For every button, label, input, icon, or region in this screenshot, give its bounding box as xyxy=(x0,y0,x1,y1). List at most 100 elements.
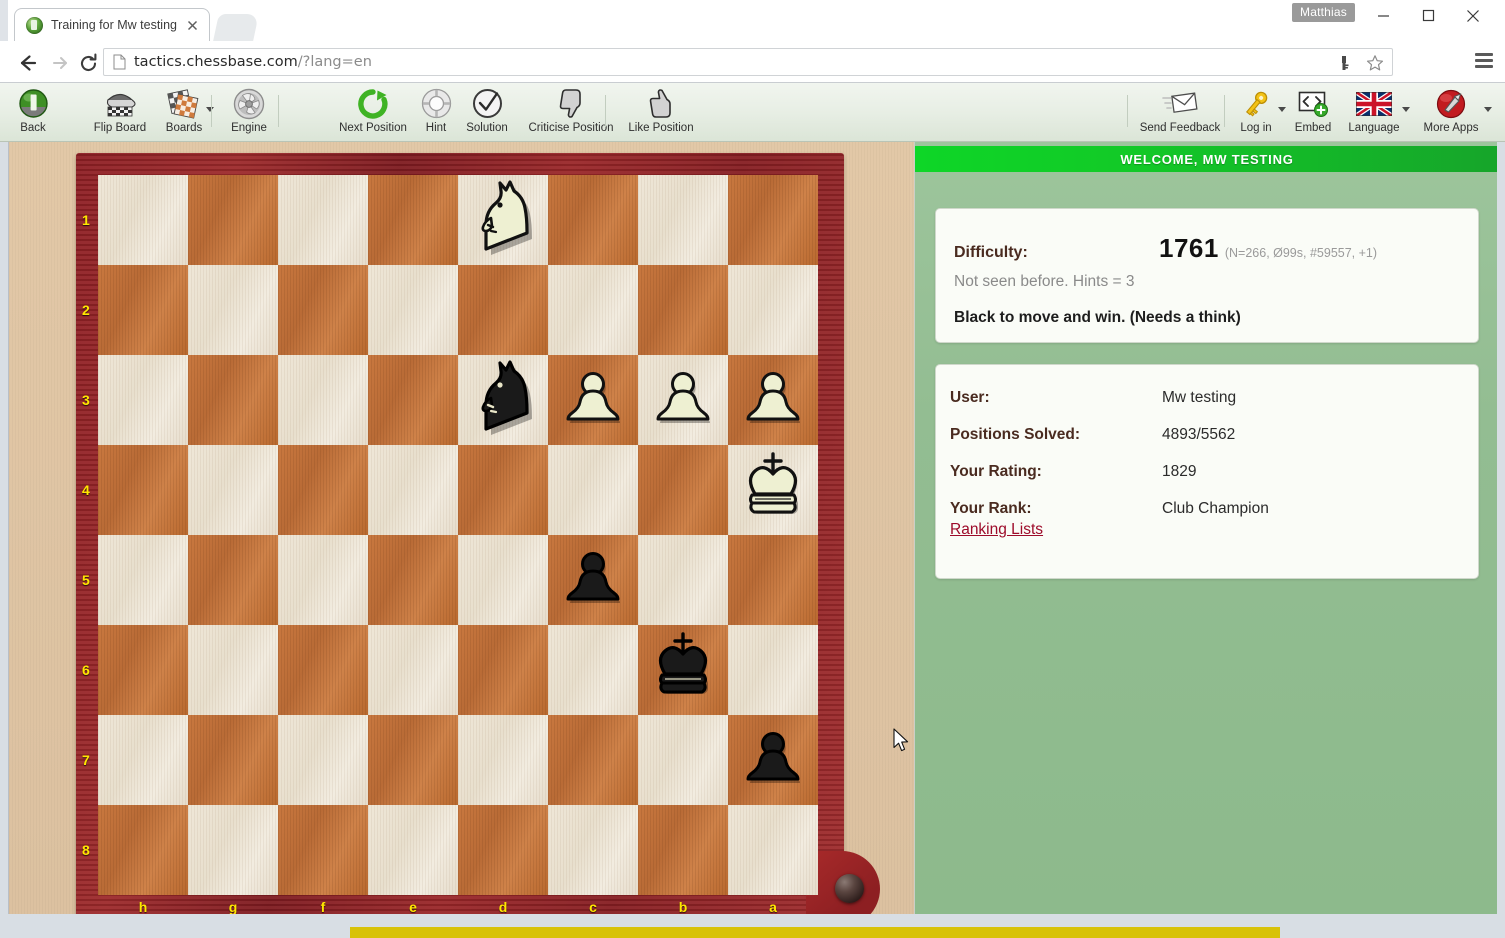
board-square-h6[interactable]: 6 xyxy=(98,625,188,715)
board-square-b2[interactable] xyxy=(638,265,728,355)
board-square-d3[interactable] xyxy=(458,355,548,445)
board-square-h7[interactable]: 7 xyxy=(98,715,188,805)
board-square-g1[interactable] xyxy=(188,175,278,265)
board-square-f2[interactable] xyxy=(278,265,368,355)
board-square-d4[interactable] xyxy=(458,445,548,535)
board-square-a5[interactable] xyxy=(728,535,818,625)
board-square-d1[interactable] xyxy=(458,175,548,265)
user-chip[interactable]: Matthias xyxy=(1292,3,1355,22)
board-square-b5[interactable] xyxy=(638,535,728,625)
address-bar[interactable]: tactics.chessbase.com/?lang=en xyxy=(103,48,1393,76)
board-square-g2[interactable] xyxy=(188,265,278,355)
white-pawn-piece[interactable] xyxy=(638,355,728,445)
board-square-a1[interactable] xyxy=(728,175,818,265)
chrome-menu-icon[interactable] xyxy=(1475,53,1493,69)
key-icon[interactable] xyxy=(1336,55,1352,71)
board-square-g8[interactable] xyxy=(188,805,278,895)
reload-icon[interactable] xyxy=(75,50,101,76)
chevron-down-icon[interactable] xyxy=(1484,107,1492,112)
board-square-b4[interactable] xyxy=(638,445,728,535)
board-square-e6[interactable] xyxy=(368,625,458,715)
chess-board[interactable]: 1 23 4 xyxy=(98,175,818,895)
toolbar-button-more-apps[interactable]: More Apps xyxy=(1412,87,1490,139)
board-square-g6[interactable] xyxy=(188,625,278,715)
toolbar-button-next-position[interactable]: Next Position xyxy=(330,87,416,139)
board-square-f8[interactable] xyxy=(278,805,368,895)
board-square-c1[interactable] xyxy=(548,175,638,265)
board-square-g3[interactable] xyxy=(188,355,278,445)
board-square-h8[interactable]: 8 xyxy=(98,805,188,895)
browser-tab[interactable]: Training for Mw testing xyxy=(14,8,210,41)
board-square-f7[interactable] xyxy=(278,715,368,805)
toolbar-button-criticise-position[interactable]: Criticise Position xyxy=(519,87,623,139)
board-square-h5[interactable]: 5 xyxy=(98,535,188,625)
toolbar-button-send-feedback[interactable]: Send Feedback xyxy=(1133,87,1227,139)
window-minimize-button[interactable] xyxy=(1360,0,1406,31)
board-square-c3[interactable] xyxy=(548,355,638,445)
chevron-down-icon[interactable] xyxy=(1278,107,1286,112)
window-maximize-button[interactable] xyxy=(1405,0,1451,31)
toolbar-button-boards[interactable]: Boards xyxy=(158,87,210,139)
black-pawn-piece[interactable] xyxy=(548,535,638,625)
window-close-button[interactable] xyxy=(1450,0,1496,31)
board-square-c8[interactable] xyxy=(548,805,638,895)
white-king-piece[interactable] xyxy=(728,445,818,535)
toolbar-button-log-in[interactable]: Log in xyxy=(1228,87,1284,139)
board-square-e8[interactable] xyxy=(368,805,458,895)
white-pawn-piece[interactable] xyxy=(548,355,638,445)
black-knight-piece[interactable] xyxy=(458,355,548,445)
board-square-b1[interactable] xyxy=(638,175,728,265)
white-knight-piece[interactable] xyxy=(458,175,548,265)
board-square-d8[interactable] xyxy=(458,805,548,895)
board-square-f1[interactable] xyxy=(278,175,368,265)
black-pawn-piece[interactable] xyxy=(728,715,818,805)
white-pawn-piece[interactable] xyxy=(728,355,818,445)
ranking-lists-link[interactable]: Ranking Lists xyxy=(950,521,1043,539)
toolbar-button-engine[interactable]: Engine xyxy=(224,87,274,139)
board-square-f5[interactable] xyxy=(278,535,368,625)
board-square-f4[interactable] xyxy=(278,445,368,535)
board-square-e1[interactable] xyxy=(368,175,458,265)
tab-close-icon[interactable] xyxy=(185,18,200,33)
board-square-c2[interactable] xyxy=(548,265,638,355)
board-square-e5[interactable] xyxy=(368,535,458,625)
board-square-b7[interactable] xyxy=(638,715,728,805)
board-square-c5[interactable] xyxy=(548,535,638,625)
board-square-d5[interactable] xyxy=(458,535,548,625)
toolbar-button-language[interactable]: Language xyxy=(1340,87,1408,139)
board-square-c4[interactable] xyxy=(548,445,638,535)
board-square-a6[interactable] xyxy=(728,625,818,715)
black-king-piece[interactable] xyxy=(638,625,728,715)
back-arrow-icon[interactable] xyxy=(14,50,40,76)
toolbar-button-hint[interactable]: Hint xyxy=(418,87,454,139)
toolbar-button-embed[interactable]: Embed xyxy=(1286,87,1340,139)
bookmark-star-icon[interactable] xyxy=(1366,54,1384,72)
board-square-f3[interactable] xyxy=(278,355,368,445)
toolbar-button-back[interactable]: Back xyxy=(10,87,56,139)
board-square-f6[interactable] xyxy=(278,625,368,715)
board-square-a2[interactable] xyxy=(728,265,818,355)
board-square-h3[interactable]: 3 xyxy=(98,355,188,445)
board-square-h2[interactable]: 2 xyxy=(98,265,188,355)
board-square-c7[interactable] xyxy=(548,715,638,805)
toolbar-button-like-position[interactable]: Like Position xyxy=(619,87,703,139)
board-square-e2[interactable] xyxy=(368,265,458,355)
board-square-h1[interactable]: 1 xyxy=(98,175,188,265)
chevron-down-icon[interactable] xyxy=(1402,107,1410,112)
board-square-a7[interactable] xyxy=(728,715,818,805)
board-square-c6[interactable] xyxy=(548,625,638,715)
board-square-a8[interactable] xyxy=(728,805,818,895)
chevron-down-icon[interactable] xyxy=(206,107,214,112)
board-resize-handle[interactable] xyxy=(835,874,864,903)
board-square-e3[interactable] xyxy=(368,355,458,445)
board-square-g5[interactable] xyxy=(188,535,278,625)
board-square-d6[interactable] xyxy=(458,625,548,715)
toolbar-button-flip-board[interactable]: Flip Board xyxy=(84,87,156,139)
board-square-b8[interactable] xyxy=(638,805,728,895)
board-square-b3[interactable] xyxy=(638,355,728,445)
board-square-e7[interactable] xyxy=(368,715,458,805)
board-square-g7[interactable] xyxy=(188,715,278,805)
board-square-d7[interactable] xyxy=(458,715,548,805)
board-square-a4[interactable] xyxy=(728,445,818,535)
toolbar-button-solution[interactable]: Solution xyxy=(456,87,518,139)
